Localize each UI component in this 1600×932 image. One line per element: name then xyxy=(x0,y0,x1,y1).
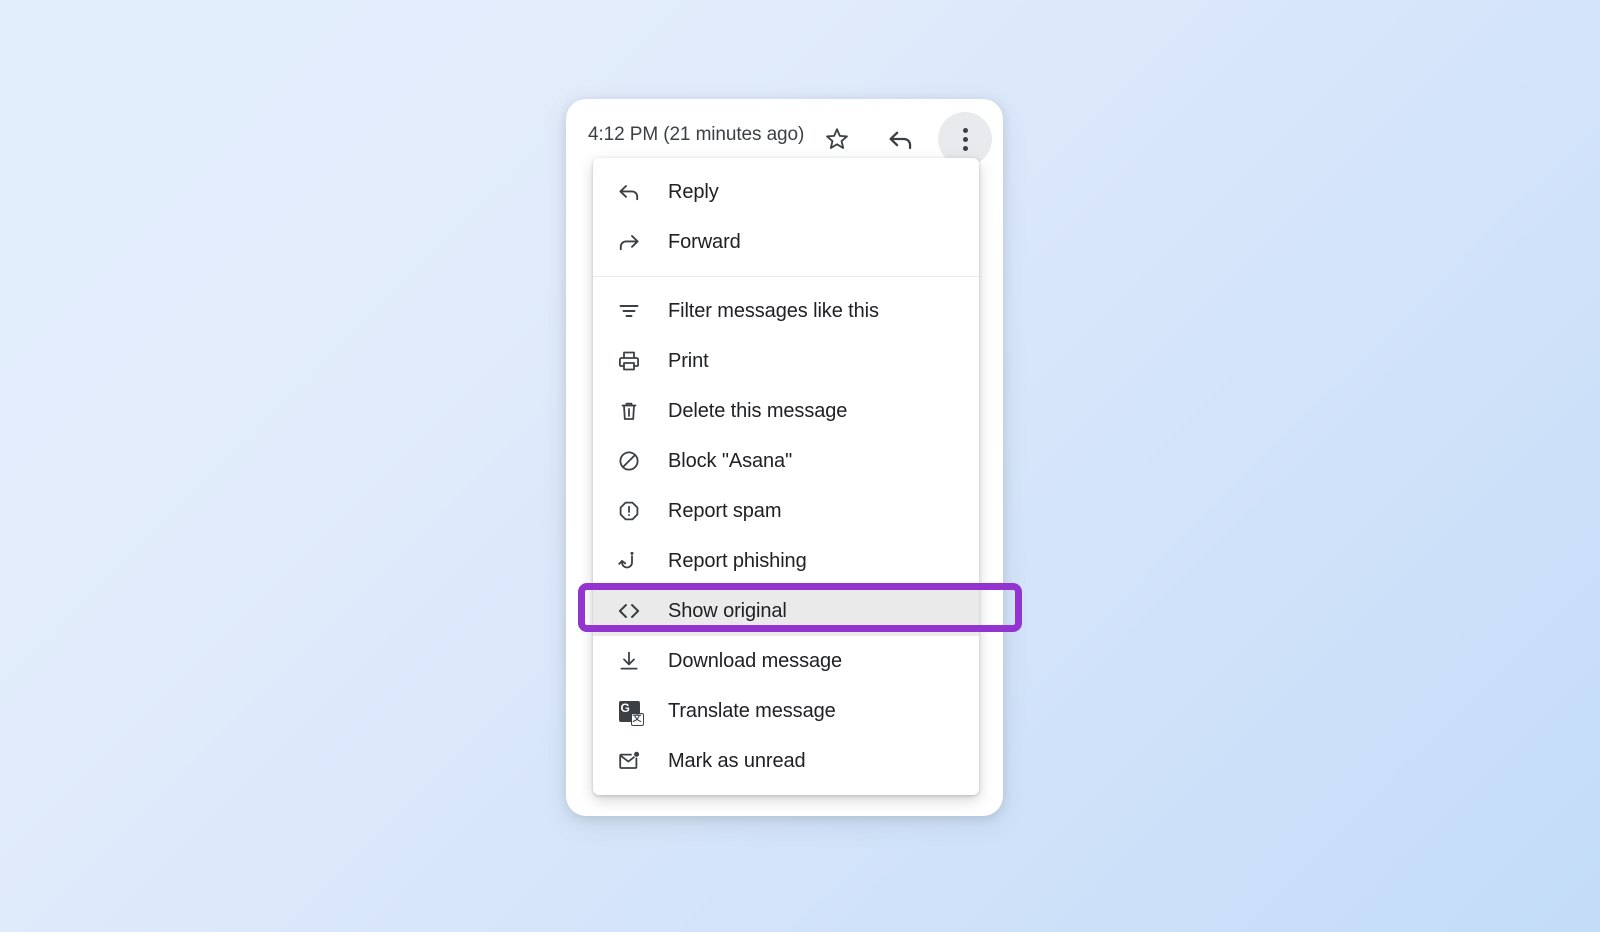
menu-item-label: Show original xyxy=(668,599,787,622)
trash-icon xyxy=(616,398,642,424)
more-vert-icon xyxy=(962,127,968,151)
menu-item-label: Reply xyxy=(668,180,719,203)
menu-item-label: Download message xyxy=(668,649,843,672)
menu-item-delete-message[interactable]: Delete this message xyxy=(593,386,979,436)
menu-item-label: Translate message xyxy=(668,699,836,722)
menu-item-print[interactable]: Print xyxy=(593,336,979,386)
menu-item-translate-message[interactable]: G 文 Translate message xyxy=(593,686,979,736)
print-icon xyxy=(616,348,642,374)
menu-divider xyxy=(593,276,979,277)
menu-item-show-original[interactable]: Show original xyxy=(593,586,979,636)
menu-item-report-phishing[interactable]: Report phishing xyxy=(593,536,979,586)
message-context-menu: Reply Forward Filter messages like this xyxy=(593,158,979,795)
forward-arrow-icon xyxy=(616,229,642,255)
reply-arrow-icon xyxy=(887,126,914,153)
menu-item-label: Block "Asana" xyxy=(668,449,793,472)
filter-icon xyxy=(616,298,642,324)
menu-item-label: Filter messages like this xyxy=(668,299,879,322)
star-icon xyxy=(824,126,850,152)
message-timestamp: 4:12 PM (21 minutes ago) xyxy=(588,124,805,145)
menu-item-download-message[interactable]: Download message xyxy=(593,636,979,686)
menu-item-label: Print xyxy=(668,349,709,372)
download-icon xyxy=(616,648,642,674)
mark-unread-icon xyxy=(616,748,642,774)
menu-item-label: Report phishing xyxy=(668,549,807,572)
menu-item-label: Forward xyxy=(668,230,741,253)
menu-item-filter-messages[interactable]: Filter messages like this xyxy=(593,286,979,336)
translate-icon: G 文 xyxy=(616,698,644,726)
menu-item-forward[interactable]: Forward xyxy=(593,217,979,267)
menu-item-reply[interactable]: Reply xyxy=(593,167,979,217)
block-icon xyxy=(616,448,642,474)
menu-item-label: Delete this message xyxy=(668,399,848,422)
menu-item-report-spam[interactable]: Report spam xyxy=(593,486,979,536)
code-brackets-icon xyxy=(616,598,642,624)
menu-item-mark-as-unread[interactable]: Mark as unread xyxy=(593,736,979,786)
phishing-hook-icon xyxy=(616,548,642,574)
star-button[interactable] xyxy=(815,117,859,161)
reply-button[interactable] xyxy=(878,117,922,161)
reply-arrow-icon xyxy=(616,179,642,205)
menu-item-label: Mark as unread xyxy=(668,749,806,772)
menu-item-block-sender[interactable]: Block "Asana" xyxy=(593,436,979,486)
menu-item-label: Report spam xyxy=(668,499,782,522)
report-spam-icon xyxy=(616,498,642,524)
